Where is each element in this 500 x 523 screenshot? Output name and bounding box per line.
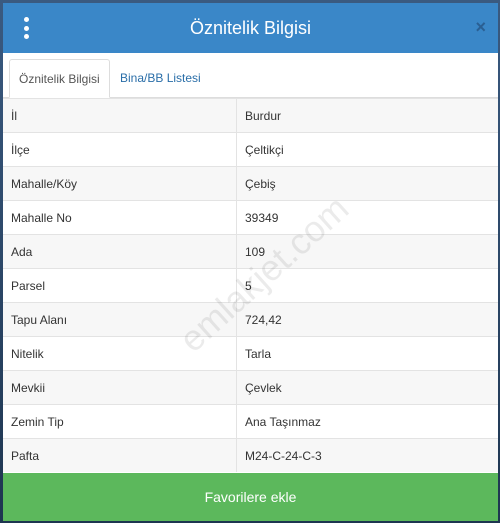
row-key: Zemin Tip: [3, 404, 237, 439]
row-value: 39349: [236, 200, 498, 235]
row-key: İl: [3, 98, 237, 133]
row-value: Burdur: [236, 98, 498, 133]
add-favorite-button[interactable]: Favorilere ekle: [3, 473, 498, 521]
row-value: Tarla: [236, 336, 498, 371]
row-key: İlçe: [3, 132, 237, 167]
row-key: Ada: [3, 234, 237, 269]
menu-icon[interactable]: [19, 17, 33, 39]
table-row: Mahalle No 39349: [3, 200, 498, 235]
row-value: 5: [236, 268, 498, 303]
row-key: Mevkii: [3, 370, 237, 405]
row-key: Parsel: [3, 268, 237, 303]
close-icon[interactable]: ×: [475, 17, 486, 38]
row-value: Çeltikçi: [236, 132, 498, 167]
table-row: Tapu Alanı 724,42: [3, 302, 498, 337]
table-row: Mevkii Çevlek: [3, 370, 498, 405]
row-key: Mahalle/Köy: [3, 166, 237, 201]
table-row: Mahalle/Köy Çebiş: [3, 166, 498, 201]
row-value: 724,42: [236, 302, 498, 337]
dialog-title: Öznitelik Bilgisi: [189, 17, 312, 38]
table-row: Zemin Tip Ana Taşınmaz: [3, 404, 498, 439]
row-value: Çevlek: [236, 370, 498, 405]
row-key: Tapu Alanı: [3, 302, 237, 337]
table-row: Ada 109: [3, 234, 498, 269]
table-row: Nitelik Tarla: [3, 336, 498, 371]
row-value: 109: [236, 234, 498, 269]
attribute-table: İl Burdur İlçe Çeltikçi Mahalle/Köy Çebiş M…: [3, 98, 498, 472]
table-row: İlçe Çeltikçi: [3, 132, 498, 167]
row-value: Çebiş: [236, 166, 498, 201]
attribute-dialog: Öznitelik Bilgisi × Öznitelik Bilgisi Bi…: [3, 3, 498, 521]
row-value: M24-C-24-C-3: [236, 438, 498, 472]
dialog-header: Öznitelik Bilgisi ×: [3, 3, 498, 53]
table-row: İl Burdur: [3, 98, 498, 133]
tab-bar: Öznitelik Bilgisi Bina/BB Listesi: [3, 53, 498, 98]
row-value: Ana Taşınmaz: [236, 404, 498, 439]
tab-building-list[interactable]: Bina/BB Listesi: [111, 59, 210, 97]
table-row: Pafta M24-C-24-C-3: [3, 438, 498, 472]
tab-attribute-info[interactable]: Öznitelik Bilgisi: [9, 59, 110, 98]
row-key: Mahalle No: [3, 200, 237, 235]
row-key: Nitelik: [3, 336, 237, 371]
table-row: Parsel 5: [3, 268, 498, 303]
row-key: Pafta: [3, 438, 237, 472]
